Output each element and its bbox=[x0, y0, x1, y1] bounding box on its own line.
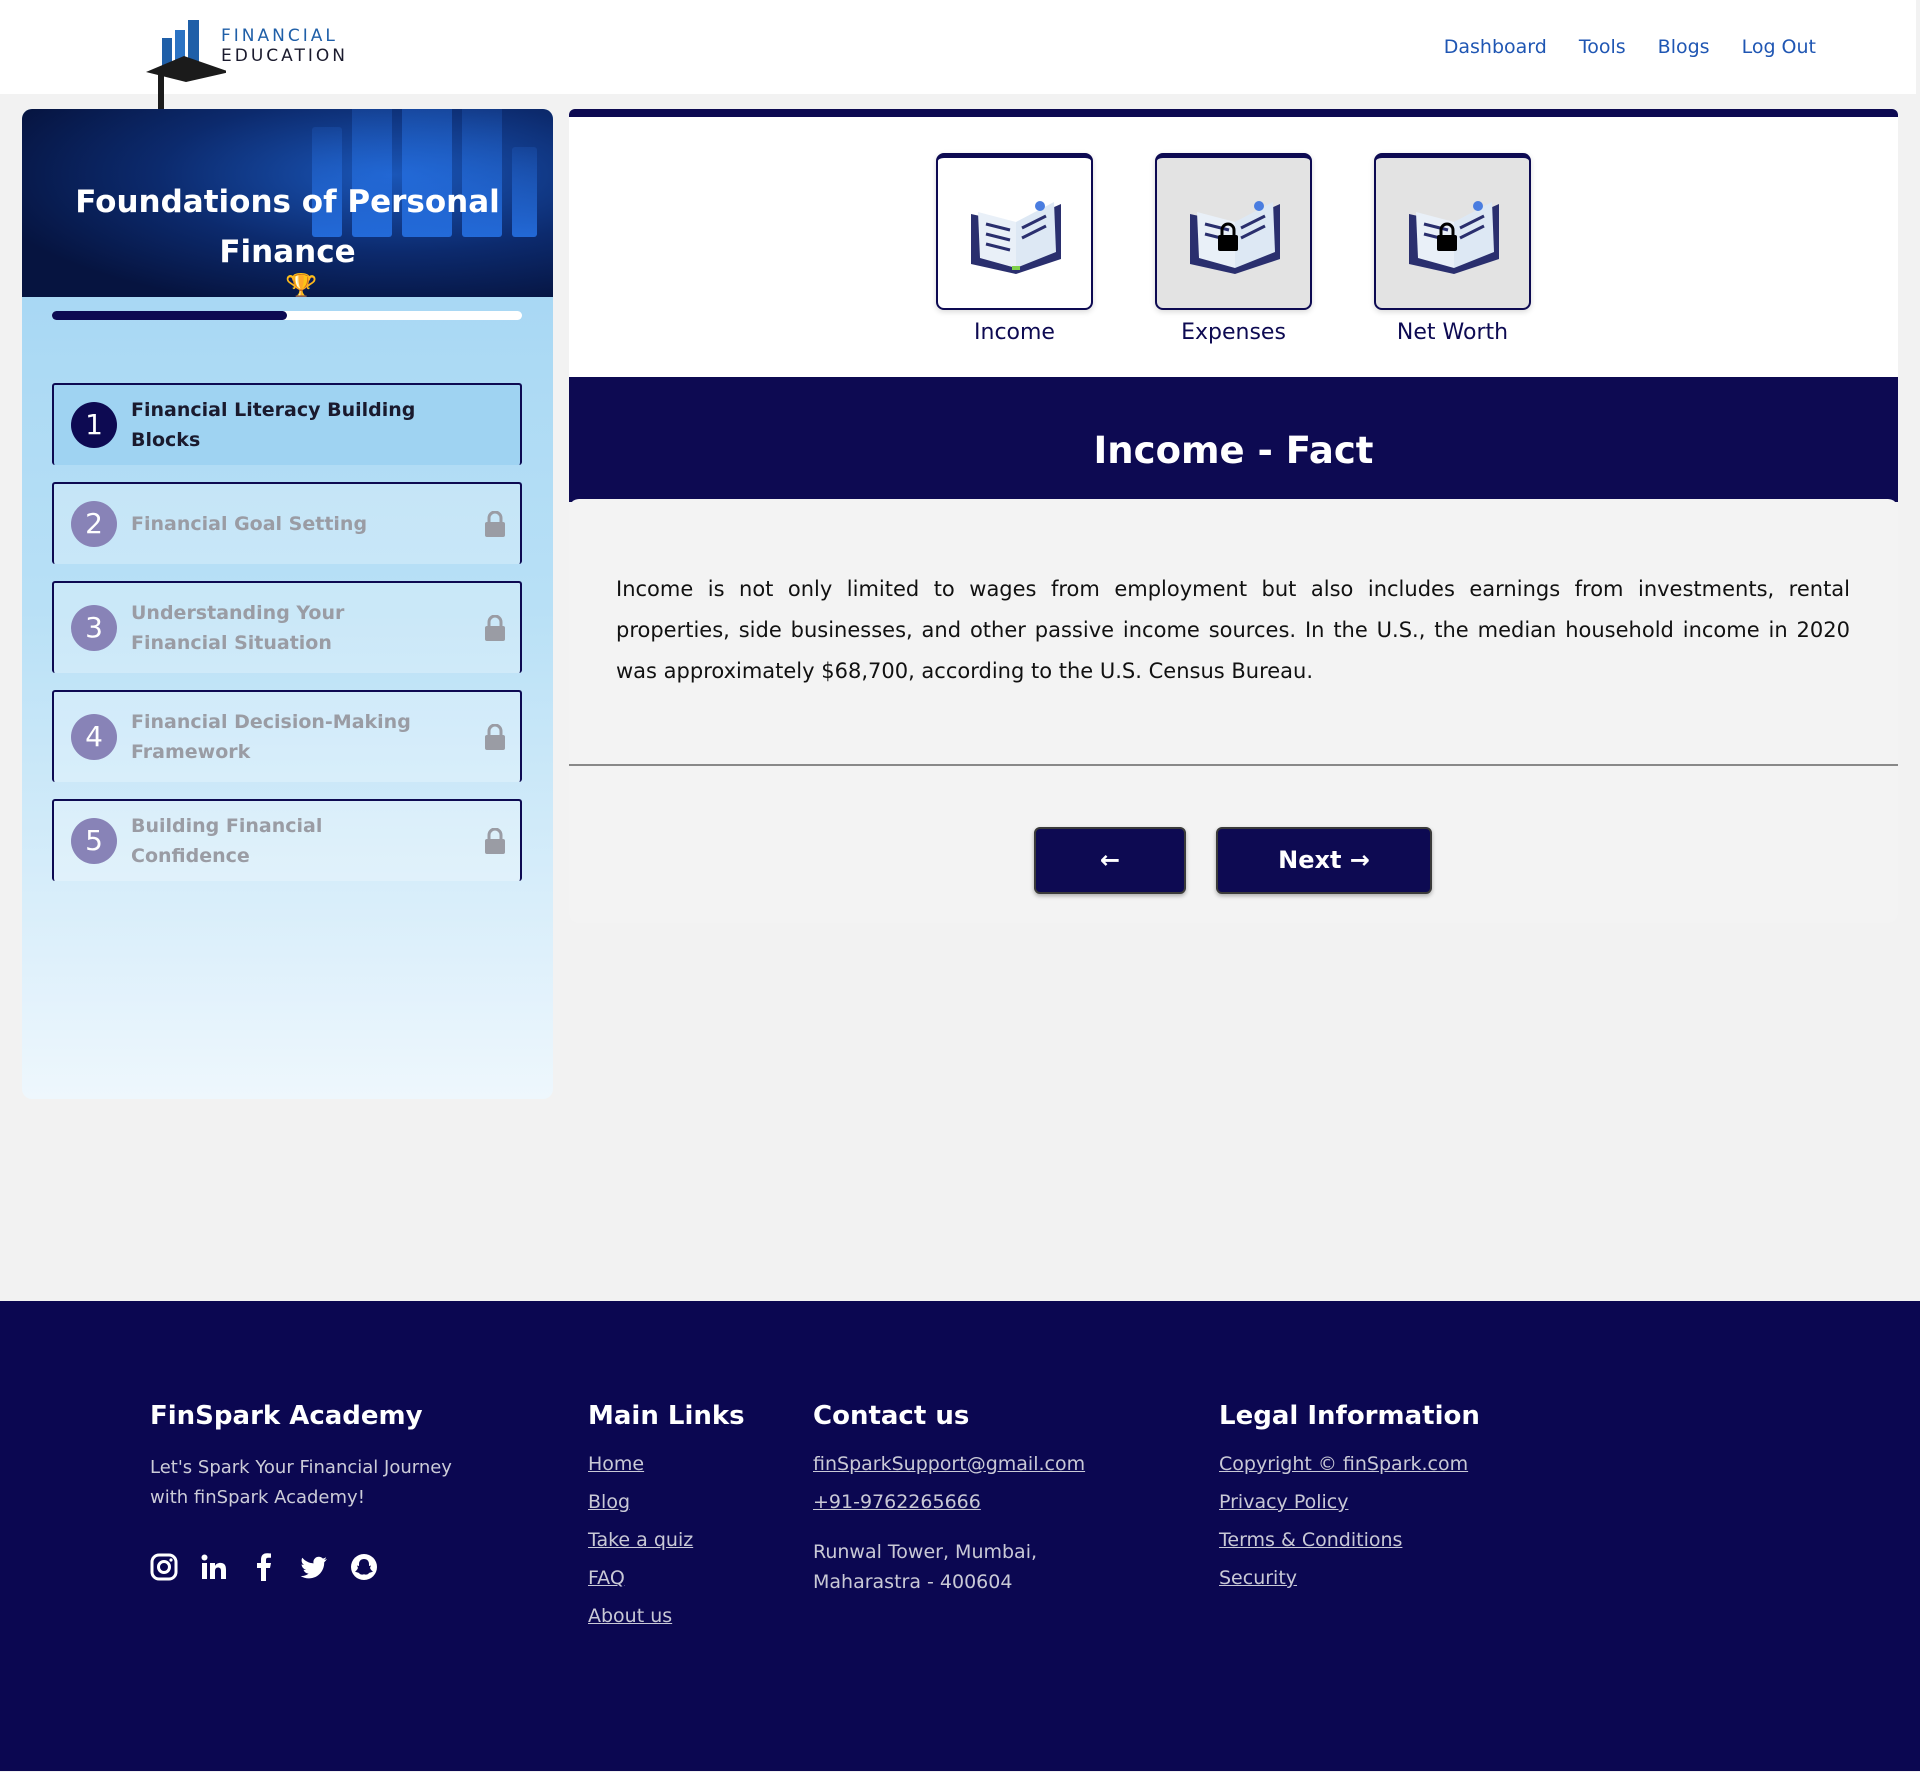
footer-tagline: Let's Spark Your Financial Journey with … bbox=[150, 1457, 452, 1508]
main-content: Income Expenses Net Worth Income - Fact … bbox=[569, 109, 1898, 923]
instagram-icon[interactable] bbox=[150, 1553, 178, 1581]
module-item-1[interactable]: 1 Financial Literacy Building Blocks bbox=[52, 383, 522, 465]
logo-text: FINANCIAL EDUCATION bbox=[221, 26, 348, 66]
contact-email-link[interactable]: finSparkSupport@gmail.com bbox=[813, 1453, 1085, 1475]
open-book-locked-icon bbox=[1409, 201, 1499, 274]
module-item-5[interactable]: 5 Building Financial Confidence bbox=[52, 799, 522, 881]
nav-logout[interactable]: Log Out bbox=[1742, 36, 1816, 58]
topic-card bbox=[1155, 153, 1312, 310]
logo-bars-icon bbox=[146, 20, 226, 110]
module-item-3[interactable]: 3 Understanding Your Financial Situation bbox=[52, 581, 522, 673]
topic-income[interactable]: Income bbox=[936, 153, 1093, 345]
module-item-4[interactable]: 4 Financial Decision-Making Framework bbox=[52, 690, 522, 782]
fact-header: Income - Fact bbox=[569, 377, 1898, 502]
facebook-icon[interactable] bbox=[250, 1553, 278, 1581]
module-title: Financial Literacy Building Blocks bbox=[131, 399, 416, 451]
footer-link-faq[interactable]: FAQ bbox=[588, 1567, 745, 1589]
contact-heading: Contact us bbox=[813, 1401, 970, 1431]
topic-card bbox=[1374, 153, 1531, 310]
topic-list: Income Expenses Net Worth bbox=[936, 153, 1531, 345]
topic-label: Net Worth bbox=[1396, 320, 1509, 345]
legal-link-copyright[interactable]: Copyright © finSpark.com bbox=[1219, 1453, 1480, 1475]
legal-link-terms[interactable]: Terms & Conditions bbox=[1219, 1529, 1480, 1551]
open-book-icon bbox=[971, 201, 1061, 274]
footer-brand-column: FinSpark Academy Let's Spark Your Financ… bbox=[150, 1401, 490, 1581]
topic-net-worth[interactable]: Net Worth bbox=[1374, 153, 1531, 345]
topic-selector-panel: Income Expenses Net Worth bbox=[569, 109, 1898, 377]
topic-label: Expenses bbox=[1181, 320, 1286, 345]
module-number: 2 bbox=[71, 501, 117, 547]
topic-expenses[interactable]: Expenses bbox=[1155, 153, 1312, 345]
contact-address: Runwal Tower, Mumbai, Maharastra - 40060… bbox=[813, 1537, 1085, 1597]
topic-label: Income bbox=[974, 320, 1055, 345]
legal-link-security[interactable]: Security bbox=[1219, 1567, 1480, 1589]
top-header: FINANCIAL EDUCATION Dashboard Tools Blog… bbox=[0, 0, 1916, 110]
footer-link-home[interactable]: Home bbox=[588, 1453, 745, 1475]
logo[interactable]: FINANCIAL EDUCATION bbox=[146, 12, 348, 110]
module-number: 5 bbox=[71, 818, 117, 864]
footer-legal-column: Legal Information Copyright © finSpark.c… bbox=[1219, 1401, 1480, 1605]
footer-contact-column: Contact us finSparkSupport@gmail.com +91… bbox=[813, 1401, 1085, 1597]
next-button[interactable]: Next → bbox=[1216, 827, 1432, 894]
fact-body: Income is not only limited to wages from… bbox=[569, 499, 1898, 923]
module-number: 4 bbox=[71, 714, 117, 760]
main-nav: Dashboard Tools Blogs Log Out bbox=[1444, 36, 1816, 58]
course-sidebar: Foundations of Personal Finance 🏆 1 Fina… bbox=[22, 109, 553, 1099]
module-title: Understanding Your Financial Situation bbox=[131, 602, 345, 654]
nav-dashboard[interactable]: Dashboard bbox=[1444, 36, 1547, 58]
lock-icon bbox=[485, 511, 505, 537]
module-title: Financial Decision-Making Framework bbox=[131, 711, 411, 763]
course-progress-bar bbox=[52, 311, 522, 320]
contact-phone-link[interactable]: +91-9762265666 bbox=[813, 1491, 1085, 1513]
footer-link-about[interactable]: About us bbox=[588, 1605, 745, 1627]
previous-button[interactable]: ← bbox=[1034, 827, 1186, 894]
fact-title: Income - Fact bbox=[1093, 429, 1374, 472]
main-links-heading: Main Links bbox=[588, 1401, 745, 1431]
course-title: Foundations of Personal Finance bbox=[75, 184, 500, 270]
logo-line-1: FINANCIAL bbox=[221, 26, 338, 46]
course-hero-banner: Foundations of Personal Finance 🏆 bbox=[22, 109, 553, 297]
nav-tools[interactable]: Tools bbox=[1579, 36, 1626, 58]
trophy-icon: 🏆 bbox=[285, 273, 318, 297]
module-number: 3 bbox=[71, 605, 117, 651]
snapchat-icon[interactable] bbox=[350, 1553, 378, 1581]
module-item-2[interactable]: 2 Financial Goal Setting bbox=[52, 482, 522, 564]
lock-icon bbox=[485, 615, 505, 641]
footer-brand: FinSpark Academy bbox=[150, 1401, 423, 1431]
lock-icon bbox=[485, 724, 505, 750]
logo-line-2: EDUCATION bbox=[221, 46, 348, 66]
footer-link-quiz[interactable]: Take a quiz bbox=[588, 1529, 745, 1551]
module-title: Financial Goal Setting bbox=[131, 513, 368, 535]
legal-link-privacy[interactable]: Privacy Policy bbox=[1219, 1491, 1480, 1513]
divider bbox=[569, 764, 1898, 766]
module-list: 1 Financial Literacy Building Blocks 2 F… bbox=[52, 383, 522, 898]
footer-main-links-column: Main Links Home Blog Take a quiz FAQ Abo… bbox=[588, 1401, 745, 1643]
legal-heading: Legal Information bbox=[1219, 1401, 1480, 1431]
nav-blogs[interactable]: Blogs bbox=[1658, 36, 1710, 58]
address-line-2: Maharastra - 400604 bbox=[813, 1571, 1013, 1593]
footer-link-blog[interactable]: Blog bbox=[588, 1491, 745, 1513]
topic-card bbox=[936, 153, 1093, 310]
footer: FinSpark Academy Let's Spark Your Financ… bbox=[0, 1301, 1920, 1771]
course-progress-fill bbox=[52, 311, 287, 320]
twitter-icon[interactable] bbox=[300, 1553, 328, 1581]
social-links bbox=[150, 1553, 490, 1581]
module-number: 1 bbox=[71, 402, 117, 448]
linkedin-icon[interactable] bbox=[200, 1553, 228, 1581]
fact-text: Income is not only limited to wages from… bbox=[616, 577, 1850, 683]
open-book-locked-icon bbox=[1190, 201, 1280, 274]
module-title: Building Financial Confidence bbox=[131, 815, 323, 867]
address-line-1: Runwal Tower, Mumbai, bbox=[813, 1541, 1038, 1563]
lock-icon bbox=[485, 828, 505, 854]
